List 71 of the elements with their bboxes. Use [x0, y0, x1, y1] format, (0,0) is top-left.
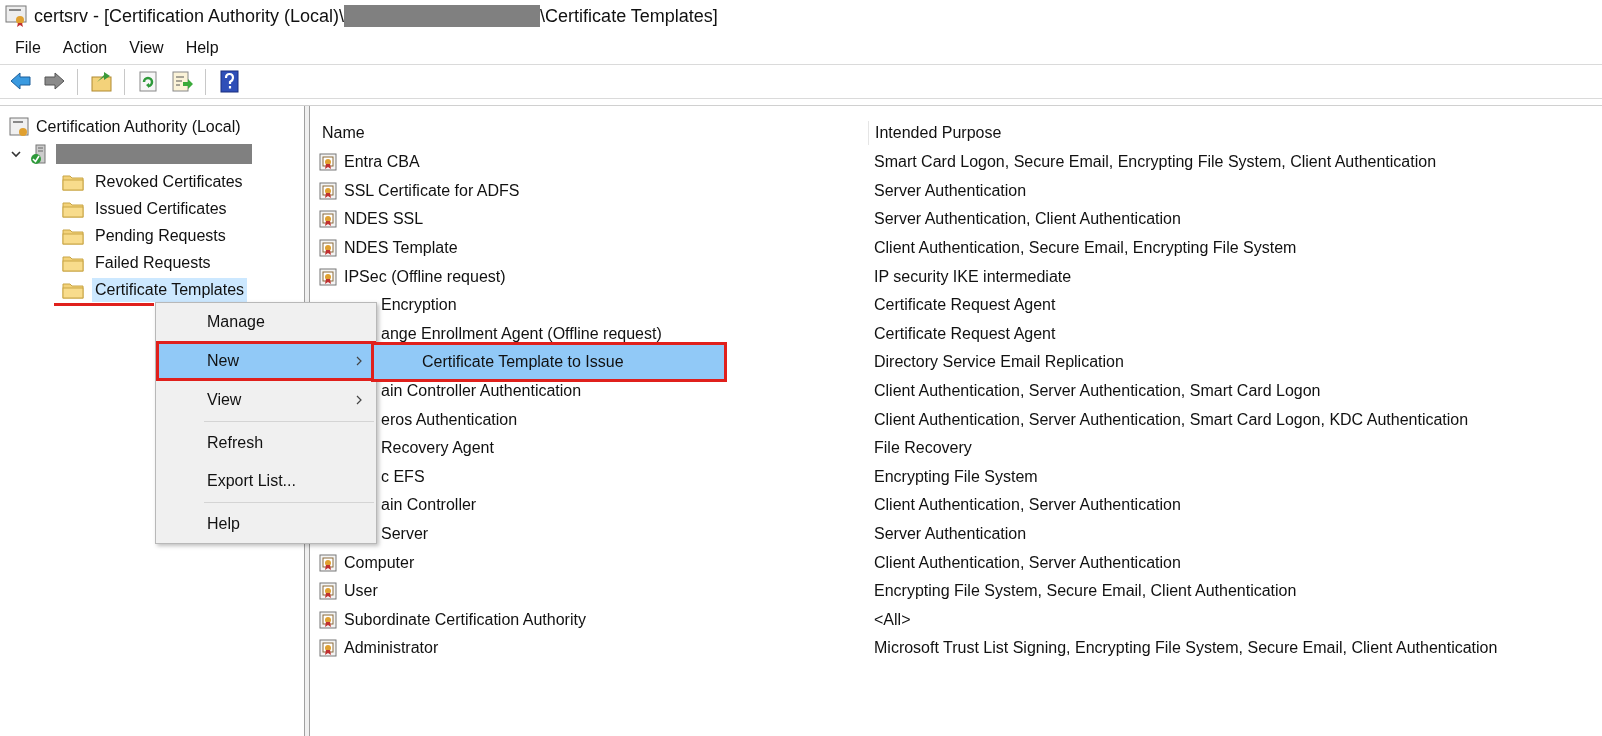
table-cell-text: File Recovery — [873, 438, 972, 459]
column-header[interactable]: Name — [322, 121, 868, 145]
server-icon — [30, 143, 48, 165]
table-cell-text: NDES SSL — [344, 209, 424, 230]
table-cell-text: Certificate Request Agent — [873, 295, 1056, 316]
tree-item[interactable]: Failed Requests — [92, 250, 214, 275]
table-cell-text: ain Controller Authentication — [381, 381, 582, 402]
menu-item[interactable]: Help — [176, 34, 228, 62]
menu-item[interactable]: View — [120, 34, 173, 62]
table-cell-text: Subordinate Certification Authority — [344, 609, 586, 630]
table-cell-text: Client Authentication, Secure Email, Encrypting File System — [873, 238, 1297, 259]
menu-item[interactable]: New — [159, 344, 373, 378]
certificate-template-icon — [318, 581, 338, 602]
certificate-template-icon — [318, 238, 338, 259]
table-cell-text: SSL Certificate for ADFS — [344, 180, 520, 201]
table-cell-text: Directory Service Email Replication — [873, 352, 1124, 373]
table-cell-text: c EFS — [381, 466, 425, 487]
table-cell-text: User — [344, 581, 378, 602]
table-cell-text: ange Enrollment Agent (Offline request) — [381, 323, 662, 344]
column-header[interactable]: Intended Purpose — [868, 121, 1002, 145]
table-cell-text: Client Authentication, Server Authentication — [873, 495, 1181, 516]
menu-item[interactable]: Action — [53, 34, 117, 62]
table-cell-text: ain Controller — [381, 495, 477, 516]
table-cell-text: Encrypting File System, Secure Email, Client Authentication — [873, 581, 1297, 602]
table-cell-text: Certificate Request Agent — [873, 323, 1056, 344]
table-cell-text: Entra CBA — [344, 152, 420, 173]
table-cell-text: eros Authentication — [381, 409, 518, 430]
table-cell-text: IPSec (Offline request) — [344, 266, 506, 287]
table-cell-text: IP security IKE intermediate — [873, 266, 1072, 287]
table-cell-text: Administrator — [344, 638, 439, 659]
table-cell-text: Microsoft Trust List Signing, Encrypting File System, Secure Email, Client Authentication — [873, 638, 1498, 659]
tree-item[interactable]: Issued Certificates — [92, 196, 230, 221]
table-cell-text: Client Authentication, Server Authentication, Smart Card Logon, KDC Authentication — [873, 409, 1469, 430]
tree-item[interactable]: Certification Authority (Local) — [36, 115, 241, 139]
menu-item[interactable]: Export List... — [159, 465, 373, 497]
table-cell-text: Server Authentication — [873, 180, 1027, 201]
table-cell-text: Client Authentication, Server Authentication — [873, 552, 1181, 573]
table-cell-text: Client Authentication, Server Authentication, Smart Card Logon — [873, 381, 1321, 402]
export-list-icon — [170, 70, 194, 93]
menu-item[interactable]: File — [6, 34, 50, 62]
certificate-template-icon — [318, 266, 338, 287]
table-cell-text: Recovery Agent — [381, 438, 494, 459]
menu-item[interactable]: Manage — [159, 306, 373, 338]
certificate-template-icon — [318, 552, 338, 573]
menu-item[interactable]: Help — [159, 508, 373, 540]
folder-up-icon — [89, 70, 113, 93]
window-title: certsrv - [Certification Authority (Local)\ — [34, 4, 345, 28]
help-icon — [217, 70, 241, 93]
tree-item[interactable]: Pending Requests — [92, 223, 229, 248]
table-cell-text: Server — [381, 524, 429, 544]
certificate-template-icon — [318, 209, 338, 230]
certificate-authority-icon — [8, 116, 30, 138]
certificate-template-icon — [318, 180, 338, 201]
certificate-icon — [4, 4, 28, 28]
menu-item[interactable]: Refresh — [159, 427, 373, 459]
certificate-template-icon — [318, 638, 338, 659]
refresh-icon — [136, 70, 160, 93]
table-cell-text: Encrypting File System — [873, 466, 1038, 487]
table-cell-text: Encryption — [381, 295, 457, 316]
table-cell-text: Smart Card Logon, Secure Email, Encrypting File System, Client Authentication — [873, 152, 1437, 173]
table-cell-text: Server Authentication, Client Authentication — [873, 209, 1181, 230]
window-title: \Certificate Templates] — [540, 4, 718, 28]
certificate-template-icon — [318, 152, 338, 173]
table-cell-text: NDES Template — [344, 238, 458, 259]
table-cell-text: <All> — [873, 609, 911, 630]
tree-item[interactable]: Revoked Certificates — [92, 169, 246, 194]
menu-item[interactable]: Certificate Template to Issue — [374, 345, 724, 379]
table-cell-text: Server Authentication — [873, 524, 1027, 544]
certificate-template-icon — [318, 609, 338, 630]
menu-item[interactable]: View — [159, 384, 373, 416]
table-cell-text: Computer — [344, 552, 415, 573]
